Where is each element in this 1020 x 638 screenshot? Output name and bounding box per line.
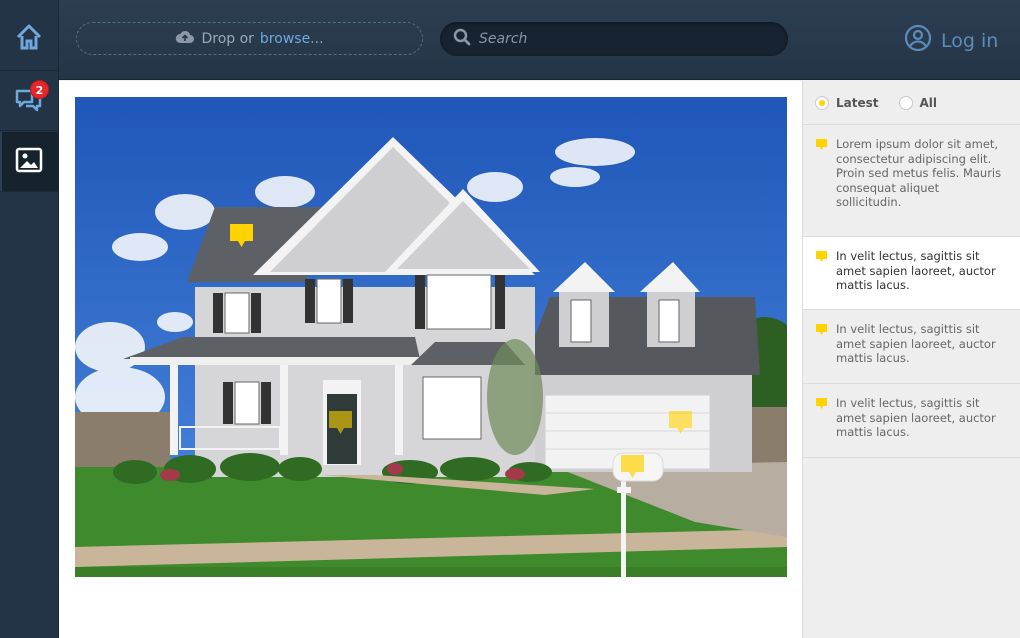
comment-item-selected[interactable]: In velit lectus, sagittis sit amet sapie…: [803, 237, 1020, 310]
comment-pin-icon: [816, 324, 827, 340]
image-icon: [15, 146, 43, 178]
drop-label: Drop or: [201, 30, 254, 47]
home-icon: [15, 23, 43, 55]
browse-link[interactable]: browse...: [260, 31, 324, 47]
filter-bar: Latest All: [803, 81, 1020, 125]
top-bar: Drop or browse... Log in: [59, 0, 1020, 80]
radio-icon: [815, 95, 829, 110]
main-canvas: [59, 81, 802, 638]
comment-item[interactable]: In velit lectus, sagittis sit amet sapie…: [803, 310, 1020, 384]
notification-badge: 2: [30, 80, 49, 99]
house-photo[interactable]: [75, 97, 787, 577]
search-box[interactable]: [440, 22, 788, 56]
comment-pin-icon: [816, 139, 827, 155]
sidebar: 2: [0, 0, 59, 638]
comment-text: In velit lectus, sagittis sit amet sapie…: [836, 322, 996, 365]
login-label: Log in: [941, 29, 999, 52]
comment-item[interactable]: Lorem ipsum dolor sit amet, consectetur …: [803, 125, 1020, 237]
comments-panel: Latest All Lorem ipsum dolor sit amet, c…: [802, 81, 1020, 638]
filter-label: Latest: [836, 95, 879, 110]
filter-all[interactable]: All: [898, 95, 938, 110]
comment-text: Lorem ipsum dolor sit amet, consectetur …: [836, 137, 1002, 209]
login-button[interactable]: Log in: [904, 24, 998, 57]
search-icon: [453, 28, 471, 50]
home-button[interactable]: [0, 8, 58, 70]
search-input[interactable]: [479, 31, 769, 47]
images-button[interactable]: [0, 132, 58, 192]
comment-text: In velit lectus, sagittis sit amet sapie…: [836, 249, 996, 292]
cloud-upload-icon: [175, 30, 195, 48]
radio-icon: [898, 95, 913, 110]
comment-pin-icon: [816, 251, 827, 267]
comment-item[interactable]: In velit lectus, sagittis sit amet sapie…: [803, 384, 1020, 458]
user-icon: [904, 24, 932, 57]
upload-dropzone[interactable]: Drop or browse...: [76, 22, 423, 55]
filter-latest[interactable]: Latest: [815, 95, 879, 110]
comments-button[interactable]: [0, 70, 58, 131]
comment-text: In velit lectus, sagittis sit amet sapie…: [836, 396, 996, 439]
comment-pin-icon: [816, 398, 827, 414]
filter-label: All: [919, 95, 938, 110]
